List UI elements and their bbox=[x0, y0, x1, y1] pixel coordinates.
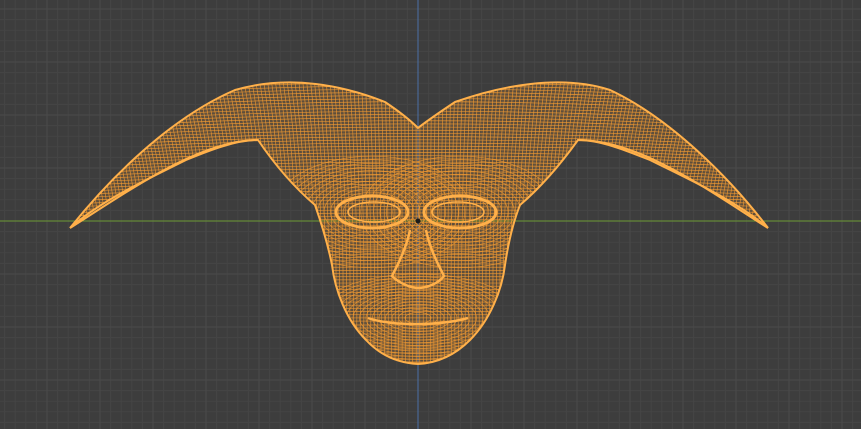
mesh-edge-loop-vertical bbox=[698, 82, 741, 364]
mesh-edge-loop-vertical bbox=[95, 82, 138, 364]
mesh-edge-loop-vertical bbox=[163, 82, 197, 364]
mesh-edge-loop-horizontal bbox=[40, 67, 800, 82]
mesh-edge-loop-vertical bbox=[159, 82, 194, 364]
mesh-edge-loop-vertical bbox=[740, 82, 768, 364]
mesh-edge-loop-horizontal bbox=[70, 82, 768, 98]
mesh-edge-loop-vertical bbox=[701, 82, 745, 364]
mesh-edge-loop-horizontal bbox=[70, 82, 768, 95]
mesh-edge-loop-vertical bbox=[70, 82, 110, 364]
mesh-edge-loop-vertical bbox=[670, 82, 709, 364]
mesh-edge-loop-vertical bbox=[729, 82, 768, 364]
mesh-edge-loop-horizontal bbox=[70, 85, 768, 101]
mesh-edge-loop-vertical bbox=[691, 82, 733, 364]
mesh-edge-loop-vertical bbox=[694, 82, 737, 364]
mesh-edge-loop-vertical bbox=[680, 82, 721, 364]
mesh-edge-loop-vertical bbox=[139, 82, 177, 364]
mesh-edge-loop-vertical bbox=[70, 82, 114, 364]
mesh-edge-loop-vertical bbox=[91, 82, 135, 364]
mask-mesh-wireframe[interactable] bbox=[40, 54, 800, 380]
mesh-edge-loop-horizontal bbox=[40, 370, 800, 372]
mesh-edge-loop-vertical bbox=[708, 82, 753, 364]
mesh-edge-loop-vertical bbox=[127, 82, 166, 364]
mask-mesh-edges bbox=[40, 57, 800, 372]
mesh-edge-loop-vertical bbox=[79, 82, 124, 364]
mesh-edge-loop-horizontal bbox=[70, 101, 768, 116]
mesh-edge-loop-horizontal bbox=[40, 60, 800, 76]
mesh-edge-loop-vertical bbox=[649, 82, 685, 364]
mesh-edge-loop-vertical bbox=[107, 82, 149, 364]
mesh-edge-loop-horizontal bbox=[70, 104, 768, 119]
3d-viewport[interactable] bbox=[0, 0, 861, 429]
mesh-edge-loop-vertical bbox=[103, 82, 145, 364]
mesh-edge-loop-horizontal bbox=[70, 98, 768, 113]
mesh-edge-loop-vertical bbox=[663, 82, 701, 364]
mesh-edge-loop-horizontal bbox=[40, 63, 800, 79]
mesh-edge-loop-vertical bbox=[705, 82, 749, 364]
viewport-canvas[interactable] bbox=[0, 0, 861, 429]
mesh-edge-loop-horizontal bbox=[40, 367, 800, 369]
mesh-edge-loop-vertical bbox=[712, 82, 757, 364]
mesh-edge-loop-horizontal bbox=[70, 88, 768, 104]
mesh-edge-loop-vertical bbox=[687, 82, 729, 364]
mesh-edge-loop-horizontal bbox=[70, 110, 768, 125]
mesh-edge-loop-horizontal bbox=[70, 94, 768, 110]
mesh-edge-loop-vertical bbox=[151, 82, 187, 364]
mesh-edge-loop-horizontal bbox=[40, 57, 800, 73]
mesh-edge-loop-horizontal bbox=[70, 82, 768, 89]
mesh-edge-loop-vertical bbox=[639, 82, 673, 364]
mesh-edge-loop-vertical bbox=[135, 82, 173, 364]
mesh-edge-loop-vertical bbox=[726, 82, 768, 364]
mesh-edge-loop-vertical bbox=[83, 82, 128, 364]
mesh-edge-loop-vertical bbox=[115, 82, 156, 364]
mesh-edge-loop-vertical bbox=[99, 82, 142, 364]
mesh-edge-loop-vertical bbox=[642, 82, 677, 364]
mesh-edge-loop-vertical bbox=[659, 82, 697, 364]
mesh-edge-loop-vertical bbox=[715, 82, 761, 364]
object-origin-point[interactable] bbox=[415, 218, 421, 224]
mesh-edge-loop-vertical bbox=[70, 82, 96, 364]
mesh-edge-loop-vertical bbox=[87, 82, 131, 364]
